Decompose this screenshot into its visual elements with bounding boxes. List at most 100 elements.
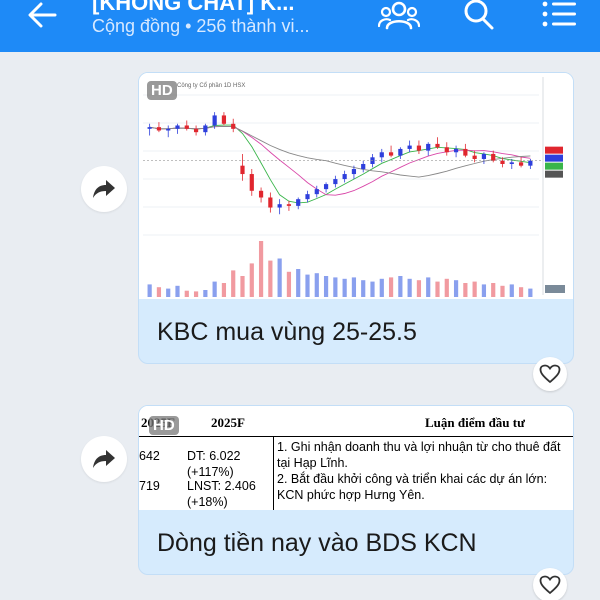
candle [333,179,338,185]
candle [296,199,301,206]
table-cell: (+18%) [187,495,228,509]
candle [277,204,282,208]
share-forward-icon [93,180,115,198]
group-title[interactable]: [KHÔNG CHAT] K... [92,0,362,16]
volume-bar [258,241,264,297]
hd-badge: HD [147,81,177,100]
volume-tag [545,285,565,293]
forward-button[interactable] [81,436,127,482]
candle [416,145,422,151]
volume-bar [453,280,459,297]
volume-bar [203,290,208,297]
volume-bar [268,260,273,297]
like-button[interactable] [533,568,567,600]
volume-bar [166,288,171,297]
table-header-col3: Luận điểm đầu tư [425,415,525,430]
volume-bar [323,276,329,297]
search-icon [464,0,494,30]
volume-bar [472,281,477,297]
candle [426,143,431,151]
candle [203,125,208,133]
table-cell: LNST: 2.406 [187,479,256,493]
candle [184,125,189,129]
candle [212,115,217,126]
heart-icon [539,575,561,595]
table-cell: 2. Bắt đầu khởi công và triển khai các d… [277,472,548,502]
candle [463,148,468,156]
candle [518,162,524,166]
group-subtitle[interactable]: Cộng đồng • 256 thành vi... [92,16,362,37]
candle [286,204,292,206]
candle [147,127,152,129]
financial-table: 2025F 2025F Luận điểm đầu tư 642 719 DT:… [139,406,573,510]
volume-bar [518,287,524,297]
volume-bar [426,277,431,297]
volume-bar [221,283,227,297]
candle [249,174,254,191]
table-cell: 1. Ghi nhận doanh thu và lợi nhuận từ ch… [277,440,561,470]
candle [407,145,412,149]
back-button[interactable] [22,0,62,30]
volume-bar [361,280,366,297]
hd-badge: HD [149,416,179,435]
price-tag [545,146,563,154]
volume-bar [175,285,180,297]
chart-background [139,73,573,299]
chart-image[interactable]: Công ty Cổ phần 1D HSX HD [139,73,573,299]
volume-bar [193,291,199,297]
volume-bar [416,280,422,297]
volume-bar [240,276,245,297]
candle [379,152,384,158]
volume-bar [463,283,468,297]
volume-bar [333,277,338,297]
list-menu-icon [542,1,576,27]
menu-button[interactable] [536,0,582,32]
candle [166,128,171,131]
volume-bar [342,278,347,297]
table-cell: 719 [139,479,160,493]
price-tag [545,170,563,178]
price-tag [545,162,563,170]
volume-bar [277,258,282,297]
forward-button[interactable] [81,166,127,212]
table-rule [139,436,573,437]
message-text: Dòng tiền nay vào BDS KCN [157,528,477,557]
candle [388,152,394,156]
message-text: KBC mua vùng 25-25.5 [157,317,417,346]
table-image[interactable]: 2025F 2025F Luận điểm đầu tư 642 719 DT:… [139,406,573,510]
candle [175,125,180,129]
volume-bar [296,269,301,297]
volume-bar [147,284,152,297]
members-button[interactable] [376,0,422,32]
volume-bar [231,270,236,297]
candle [509,162,514,164]
share-forward-icon [93,450,115,468]
candle [481,153,487,159]
candle [472,155,477,159]
volume-bar [491,283,496,297]
volume-bar [500,285,505,297]
like-button[interactable] [533,357,567,391]
message-bubble[interactable]: 2025F 2025F Luận điểm đầu tư 642 719 DT:… [138,405,574,575]
volume-bar [379,278,384,297]
candle [231,123,236,129]
message-bubble[interactable]: Công ty Cổ phần 1D HSX HD KBC mua vùng 2… [138,72,574,364]
arrow-left-icon [28,2,57,28]
table-header-col2: 2025F [211,415,245,430]
volume-bar [407,278,412,297]
candle [240,165,245,175]
price-tag [545,154,563,162]
candle [193,128,199,133]
candle [156,127,162,131]
candle [314,189,319,195]
candle [221,115,227,124]
volume-bar [435,281,440,297]
volume-bar [305,274,310,297]
candle [258,190,264,198]
candle [351,169,357,175]
candle [491,153,496,161]
volume-bar [509,284,514,297]
volume-bar [481,284,487,297]
candle [398,148,403,156]
search-button[interactable] [456,0,502,32]
